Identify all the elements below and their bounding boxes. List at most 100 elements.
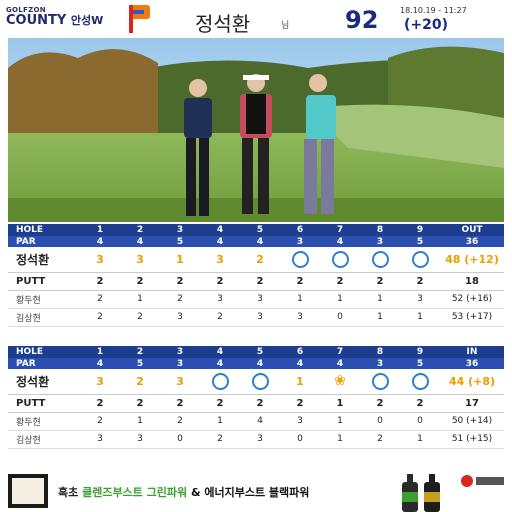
putt-cell: 2 bbox=[240, 394, 280, 413]
score-cell: 0 bbox=[160, 430, 200, 449]
par-value: 4 bbox=[320, 358, 360, 369]
par-value: 4 bbox=[80, 236, 120, 247]
other-player-total: 53 (+17) bbox=[440, 308, 504, 327]
score-cell: 3 bbox=[120, 430, 160, 449]
score-cell: 1 bbox=[360, 308, 400, 327]
score-cell: 2 bbox=[120, 369, 160, 395]
par-value: 5 bbox=[400, 236, 440, 247]
score-cell: 1 bbox=[320, 290, 360, 309]
hole-number: 4 bbox=[200, 346, 240, 358]
putt-cell: 2 bbox=[400, 394, 440, 413]
other-player-total: 52 (+16) bbox=[440, 290, 504, 309]
putt-cell: 2 bbox=[360, 394, 400, 413]
score-cell bbox=[360, 369, 400, 395]
score-cell: 1 bbox=[120, 290, 160, 309]
score-cell: 3 bbox=[240, 308, 280, 327]
par-value: 4 bbox=[320, 236, 360, 247]
score-cell: 2 bbox=[120, 308, 160, 327]
score-cell: 3 bbox=[160, 308, 200, 327]
score-cell: 0 bbox=[400, 412, 440, 431]
putt-cell: 2 bbox=[280, 394, 320, 413]
brand-name: COUNTY 안성W bbox=[6, 14, 103, 27]
par-value: 4 bbox=[280, 358, 320, 369]
back-nine-card: HOLE 1 2 3 4 5 6 7 8 9 IN PAR 4 5 3 4 4 … bbox=[8, 346, 504, 449]
score-cell: 1 bbox=[360, 290, 400, 309]
score-cell bbox=[320, 247, 360, 273]
putt-row: PUTT 2 2 2 2 2 2 1 2 2 17 bbox=[8, 394, 504, 413]
circle-icon bbox=[331, 250, 349, 268]
score-cell: 2 bbox=[160, 412, 200, 431]
other-player-total: 51 (+15) bbox=[440, 430, 504, 449]
score-cell: 1 bbox=[400, 308, 440, 327]
hole-number: 1 bbox=[80, 346, 120, 358]
score-cell: 1 bbox=[160, 247, 200, 273]
circle-icon bbox=[211, 372, 229, 390]
putt-cell: 2 bbox=[280, 272, 320, 291]
group-photo bbox=[8, 38, 504, 222]
score-cell: 2 bbox=[80, 412, 120, 431]
par-value: 3 bbox=[360, 236, 400, 247]
putt-label: PUTT bbox=[8, 394, 80, 413]
player-total: 48 (+12) bbox=[440, 247, 504, 273]
score-cell: 3 bbox=[240, 290, 280, 309]
hole-number: 8 bbox=[360, 224, 400, 236]
hole-number: 6 bbox=[280, 224, 320, 236]
putt-cell: 2 bbox=[400, 272, 440, 291]
other-player-row: 황두현 2 1 2 1 4 3 1 0 0 50 (+14) bbox=[8, 412, 504, 431]
other-player-name: 김상현 bbox=[8, 308, 80, 327]
par-row: PAR 4 5 3 4 4 4 4 3 5 36 bbox=[8, 358, 504, 369]
other-player-name: 황두현 bbox=[8, 290, 80, 309]
front-nine-table: HOLE 1 2 3 4 5 6 7 8 9 OUT PAR 4 4 5 4 4… bbox=[8, 224, 504, 342]
circle-icon bbox=[371, 372, 389, 390]
score-cell bbox=[400, 369, 440, 395]
player-score-row: 정석환 3 3 1 3 2 48 (+12) bbox=[8, 247, 504, 273]
score-cell: 3 bbox=[160, 369, 200, 395]
score-cell: 3 bbox=[280, 412, 320, 431]
other-player-total: 50 (+14) bbox=[440, 412, 504, 431]
honorific: 님 bbox=[281, 21, 290, 31]
empty-row bbox=[8, 326, 504, 342]
ad-logo-icon bbox=[8, 474, 48, 508]
putt-cell: 2 bbox=[200, 394, 240, 413]
putt-cell: 2 bbox=[320, 272, 360, 291]
score-cell: 0 bbox=[360, 412, 400, 431]
par-value: 5 bbox=[160, 236, 200, 247]
score-cell: 3 bbox=[80, 369, 120, 395]
score-cell: 2 bbox=[200, 308, 240, 327]
ad-text: 흑초 클렌즈부스트 그린파워 & 에너지부스트 블랙파워 bbox=[58, 484, 309, 500]
score-cell bbox=[280, 247, 320, 273]
par-label: PAR bbox=[8, 358, 80, 369]
score-cell: 2 bbox=[80, 308, 120, 327]
score-cell: 1 bbox=[400, 430, 440, 449]
hole-number: 4 bbox=[200, 224, 240, 236]
hole-number: 9 bbox=[400, 346, 440, 358]
total-diff: (+20) bbox=[404, 17, 449, 33]
putt-cell: 2 bbox=[240, 272, 280, 291]
score-cell: 3 bbox=[400, 290, 440, 309]
front-nine-card: HOLE 1 2 3 4 5 6 7 8 9 OUT PAR 4 4 5 4 4… bbox=[8, 224, 504, 342]
hole-number: 3 bbox=[160, 224, 200, 236]
hole-row: HOLE 1 2 3 4 5 6 7 8 9 OUT bbox=[8, 224, 504, 236]
score-cell: 2 bbox=[360, 430, 400, 449]
putt-total: 18 bbox=[440, 272, 504, 291]
score-cell: ❀ bbox=[320, 369, 360, 395]
score-cell bbox=[240, 369, 280, 395]
putt-cell: 2 bbox=[160, 272, 200, 291]
score-cell: 1 bbox=[280, 369, 320, 395]
brand-suffix: 안성W bbox=[70, 14, 104, 27]
player-name-cell: 정석환 bbox=[8, 369, 80, 395]
score-cell bbox=[360, 247, 400, 273]
par-row: PAR 4 4 5 4 4 3 4 3 5 36 bbox=[8, 236, 504, 247]
golf-course-photo bbox=[8, 38, 504, 222]
hole-number: 2 bbox=[120, 346, 160, 358]
putt-total: 17 bbox=[440, 394, 504, 413]
total-label: OUT bbox=[440, 224, 504, 236]
hole-number: 9 bbox=[400, 224, 440, 236]
score-cell: 3 bbox=[80, 430, 120, 449]
putt-cell: 2 bbox=[80, 272, 120, 291]
advertisement-banner: 흑초 클렌즈부스트 그린파워 & 에너지부스트 블랙파워 bbox=[0, 470, 512, 512]
hole-row: HOLE 1 2 3 4 5 6 7 8 9 IN bbox=[8, 346, 504, 358]
par-value: 4 bbox=[240, 358, 280, 369]
circle-icon bbox=[291, 250, 309, 268]
score-cell: 1 bbox=[320, 412, 360, 431]
